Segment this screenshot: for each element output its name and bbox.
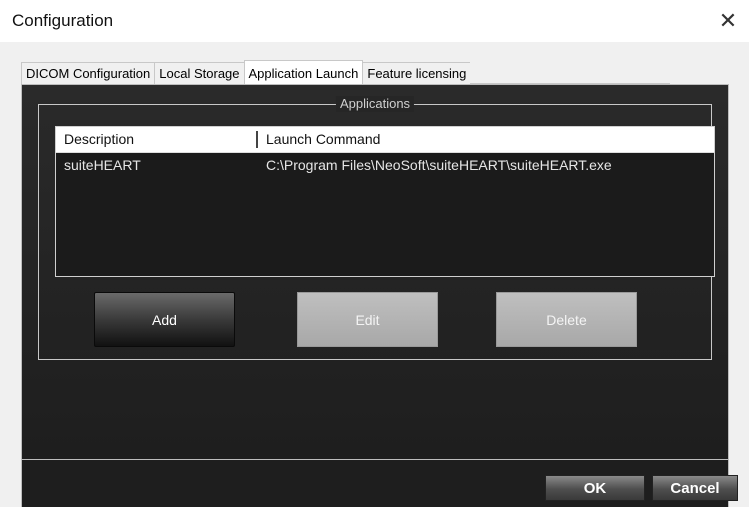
tab-bar: DICOM Configuration Local Storage Applic… bbox=[0, 42, 749, 84]
tab-feature-licensing[interactable]: Feature licensing bbox=[362, 62, 472, 84]
column-header-description[interactable]: Description bbox=[56, 127, 256, 152]
tab-strip-filler bbox=[470, 62, 671, 84]
applications-table: Description Launch Command suiteHEART C:… bbox=[55, 126, 715, 277]
row-launch-command: C:\Program Files\NeoSoft\suiteHEART\suit… bbox=[266, 157, 612, 173]
delete-button[interactable]: Delete bbox=[496, 292, 637, 347]
ok-button[interactable]: OK bbox=[545, 475, 645, 501]
close-icon[interactable]: ✕ bbox=[713, 6, 743, 36]
application-launch-panel: Applications Description Launch Command … bbox=[21, 84, 729, 460]
applications-group: Applications Description Launch Command … bbox=[38, 96, 715, 360]
dialog-footer: OK Cancel bbox=[21, 460, 738, 507]
applications-group-title: Applications bbox=[335, 96, 415, 112]
tab-local-storage[interactable]: Local Storage bbox=[154, 62, 245, 84]
tab-strip: DICOM Configuration Local Storage Applic… bbox=[21, 60, 671, 84]
row-description: suiteHEART bbox=[64, 157, 141, 173]
column-header-launch-command[interactable]: Launch Command bbox=[256, 131, 380, 148]
edit-button[interactable]: Edit bbox=[297, 292, 438, 347]
cancel-button[interactable]: Cancel bbox=[652, 475, 738, 501]
tab-application-launch[interactable]: Application Launch bbox=[243, 60, 364, 84]
tab-dicom-configuration[interactable]: DICOM Configuration bbox=[21, 62, 156, 84]
title-bar: Configuration ✕ bbox=[0, 0, 749, 42]
table-row[interactable]: suiteHEART C:\Program Files\NeoSoft\suit… bbox=[56, 153, 714, 177]
window-title: Configuration bbox=[12, 11, 114, 30]
table-header: Description Launch Command bbox=[56, 127, 714, 153]
add-button[interactable]: Add bbox=[94, 292, 235, 347]
